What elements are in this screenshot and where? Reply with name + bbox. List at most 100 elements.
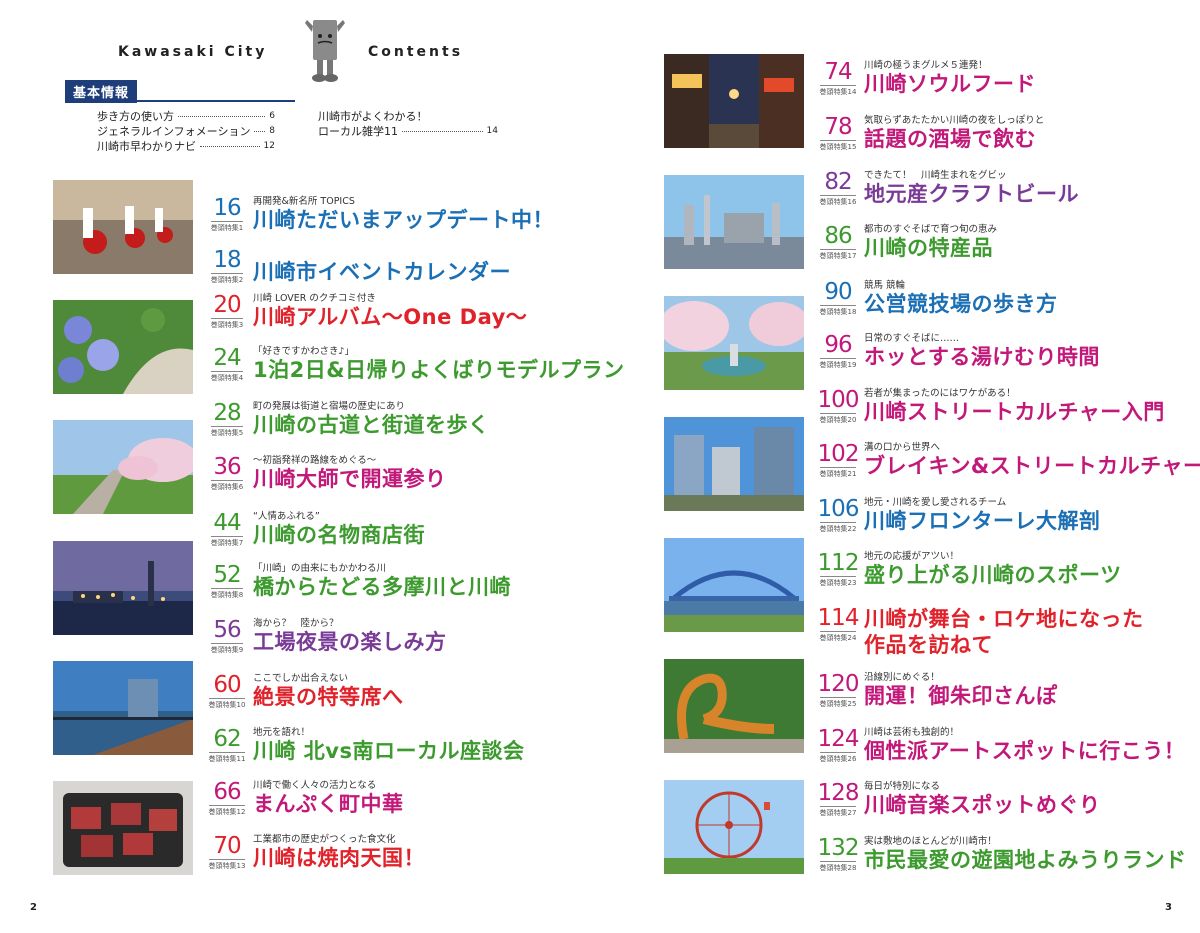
- entry-tag: 巻頭特集17: [819, 249, 857, 261]
- basic-item[interactable]: 川崎市がよくわかる！: [318, 108, 498, 124]
- entry-tag: 巻頭特集18: [819, 305, 857, 317]
- entry-title: 川崎ソウルフード: [864, 72, 1036, 96]
- entry-page-number: 100: [817, 387, 860, 413]
- leader-dots: [402, 130, 483, 132]
- entry-page-number: 20: [213, 292, 241, 318]
- entry-title: 川崎音楽スポットめぐり: [864, 793, 1101, 817]
- leader-dots: [254, 130, 266, 132]
- entry-subtitle: 川崎は芸術も独創的！: [864, 727, 960, 738]
- entry-page-number: 44: [213, 510, 241, 536]
- toc-entry[interactable]: 62 巻頭特集11 地元を語れ！ 川崎 北vs南ローカル座談会: [205, 727, 525, 771]
- entry-subtitle: [253, 248, 511, 259]
- toc-entry[interactable]: 114 巻頭特集24 川崎が舞台・ロケ地になった 作品を訪ねて: [816, 606, 1144, 662]
- basic-item[interactable]: ジェネラルインフォメーション 8: [97, 123, 275, 139]
- toc-entry[interactable]: 78 巻頭特集15 気取らずあたたかい川崎の夜をしっぽりと 話題の酒場で飲む: [816, 115, 1044, 159]
- toc-entry[interactable]: 106 巻頭特集22 地元・川崎を愛し愛されるチーム 川崎フロンターレ大解剖: [816, 497, 1101, 541]
- entry-page-number: 70: [213, 833, 241, 859]
- toc-entry[interactable]: 74 巻頭特集14 川崎の極うまグルメ５連発！ 川崎ソウルフード: [816, 60, 1036, 104]
- photo-industrial-plant: [664, 175, 804, 269]
- entry-tag: 巻頭特集28: [819, 861, 857, 873]
- entry-tag: 巻頭特集13: [208, 859, 246, 871]
- entry-tag: 巻頭特集27: [819, 806, 857, 818]
- entry-page-number: 86: [824, 223, 852, 249]
- entry-page-number: 112: [817, 550, 860, 576]
- entry-subtitle: 日常のすぐそばに……: [864, 333, 960, 344]
- toc-entry[interactable]: 18 巻頭特集2 川崎市イベントカレンダー: [205, 248, 511, 292]
- toc-entry[interactable]: 44 巻頭特集7 “人情あふれる” 川崎の名物商店街: [205, 511, 425, 555]
- basic-item-label: 川崎市早わかりナビ: [97, 140, 196, 153]
- toc-entry[interactable]: 86 巻頭特集17 都市のすぐそばで育つ旬の恵み 川崎の特産品: [816, 224, 997, 268]
- entry-title: 川崎 北vs南ローカル座談会: [253, 739, 525, 763]
- entry-subtitle: 地元・川崎を愛し愛されるチーム: [864, 497, 1007, 508]
- entry-page-number: 90: [824, 279, 852, 305]
- entry-subtitle: 若者が集まったのにはワケがある！: [864, 388, 1016, 399]
- basic-item-page: 6: [269, 111, 275, 121]
- toc-entry[interactable]: 16 巻頭特集1 再開発&新名所 TOPICS 川崎ただいまアップデート中！: [205, 196, 554, 240]
- toc-entry[interactable]: 120 巻頭特集25 沿線別にめぐる！ 開運！御朱印さんぽ: [816, 672, 1058, 716]
- entry-subtitle: ～初詣発祥の路線をめぐる～: [253, 455, 377, 466]
- entry-tag: 巻頭特集5: [210, 426, 244, 438]
- entry-subtitle: 競馬 競輪: [864, 280, 906, 291]
- basic-item-label: 川崎市がよくわかる！: [318, 110, 428, 123]
- toc-entry[interactable]: 96 巻頭特集19 日常のすぐそばに…… ホッとする湯けむり時間: [816, 333, 1100, 377]
- toc-entry[interactable]: 90 巻頭特集18 競馬 競輪 公営競技場の歩き方: [816, 280, 1058, 324]
- entry-page-number: 16: [213, 195, 241, 221]
- toc-entry[interactable]: 28 巻頭特集5 町の発展は街道と宿場の歴史にあり 川崎の古道と街道を歩く: [205, 401, 490, 445]
- basic-item-label: 歩き方の使い方: [97, 110, 174, 123]
- photo-factory-night-view: [53, 541, 193, 635]
- entry-page-number: 56: [213, 617, 241, 643]
- entry-page-number: 36: [213, 454, 241, 480]
- entry-subtitle: 毎日が特別になる: [864, 781, 941, 792]
- entry-tag: 巻頭特集16: [819, 195, 857, 207]
- entry-tag: 巻頭特集10: [208, 698, 246, 710]
- entry-page-number: 96: [824, 332, 852, 358]
- entry-subtitle: “人情あふれる”: [253, 511, 320, 522]
- entry-title: 川崎の特産品: [864, 236, 993, 260]
- basic-item[interactable]: 歩き方の使い方 6: [97, 108, 275, 124]
- toc-entry[interactable]: 100 巻頭特集20 若者が集まったのにはワケがある！ 川崎ストリートカルチャー入門: [816, 388, 1165, 432]
- toc-entry[interactable]: 56 巻頭特集9 海から？ 陸から？ 工場夜景の楽しみ方: [205, 618, 447, 662]
- entry-tag: 巻頭特集25: [819, 697, 857, 709]
- entry-subtitle: 工業都市の歴史がつくった食文化: [253, 834, 396, 845]
- basic-item-page: 8: [269, 126, 275, 136]
- toc-entry[interactable]: 112 巻頭特集23 地元の応援がアツい！ 盛り上がる川崎のスポーツ: [816, 551, 1122, 595]
- entry-page-number: 78: [824, 114, 852, 140]
- toc-entry[interactable]: 24 巻頭特集4 「好きですかわさき♪」 1泊2日&日帰りよくばりモデルプラン: [205, 346, 625, 390]
- entry-title: 絶景の特等席へ: [253, 685, 404, 709]
- entry-title: 川崎アルバム～One Day～: [253, 305, 528, 329]
- toc-entry[interactable]: 20 巻頭特集3 川崎 LOVER のクチコミ付き 川崎アルバム～One Day～: [205, 293, 527, 337]
- basic-item-label: ジェネラルインフォメーション: [97, 125, 251, 138]
- toc-entry[interactable]: 128 巻頭特集27 毎日が特別になる 川崎音楽スポットめぐり: [816, 781, 1101, 825]
- entry-tag: 巻頭特集20: [819, 413, 857, 425]
- basic-item[interactable]: 川崎市早わかりナビ 12: [97, 138, 275, 154]
- entry-title: 橋からたどる多摩川と川崎: [253, 575, 511, 599]
- toc-entry[interactable]: 36 巻頭特集6 ～初詣発祥の路線をめぐる～ 川崎大師で開運参り: [205, 455, 447, 499]
- photo-riverside-cherry-path: [53, 420, 193, 514]
- entry-title: ホッとする湯けむり時間: [864, 345, 1100, 369]
- entry-title: まんぷく町中華: [253, 792, 404, 816]
- entry-title: 1泊2日&日帰りよくばりモデルプラン: [253, 358, 625, 382]
- entry-page-number: 128: [817, 780, 860, 806]
- toc-entry[interactable]: 124 巻頭特集26 川崎は芸術も独創的！ 個性派アートスポットに行こう！: [816, 727, 1185, 771]
- entry-title: 川崎の名物商店街: [253, 523, 425, 547]
- toc-entry[interactable]: 52 巻頭特集8 「川崎」の由来にもかかわる川 橋からたどる多摩川と川崎: [205, 563, 511, 607]
- entry-subtitle: 町の発展は街道と宿場の歴史にあり: [253, 401, 406, 412]
- entry-subtitle: 川崎 LOVER のクチコミ付き: [253, 293, 376, 304]
- basic-item[interactable]: ローカル雑学11 14: [318, 123, 498, 139]
- entry-page-number: 52: [213, 562, 241, 588]
- basic-item-label: ローカル雑学11: [318, 125, 398, 138]
- toc-entry[interactable]: 66 巻頭特集12 川崎で働く人々の活力となる まんぷく町中華: [205, 780, 404, 824]
- entry-title: 川崎ストリートカルチャー入門: [864, 400, 1165, 424]
- toc-entry[interactable]: 82 巻頭特集16 できたて！ 川崎生まれをグビッ 地元産クラフトビール: [816, 170, 1079, 214]
- entry-subtitle: 川崎の極うまグルメ５連発！: [864, 60, 988, 71]
- toc-entry[interactable]: 70 巻頭特集13 工業都市の歴史がつくった食文化 川崎は焼肉天国！: [205, 834, 425, 878]
- entry-subtitle: 川崎で働く人々の活力となる: [253, 780, 377, 791]
- entry-subtitle: 海から？ 陸から？: [253, 618, 339, 629]
- toc-entry[interactable]: 132 巻頭特集28 実は敷地のほとんどが川崎市！ 市民最愛の遊園地よみうりランド: [816, 836, 1187, 880]
- entry-page-number: 102: [817, 441, 860, 467]
- entry-page-number: 124: [817, 726, 860, 752]
- entry-page-number: 62: [213, 726, 241, 752]
- toc-entry[interactable]: 102 巻頭特集21 溝の口から世界へ ブレイキン&ストリートカルチャー: [816, 442, 1200, 486]
- toc-entry[interactable]: 60 巻頭特集10 ここでしか出合えない 絶景の特等席へ: [205, 673, 404, 717]
- photo-cherry-fountain-park: [664, 296, 804, 390]
